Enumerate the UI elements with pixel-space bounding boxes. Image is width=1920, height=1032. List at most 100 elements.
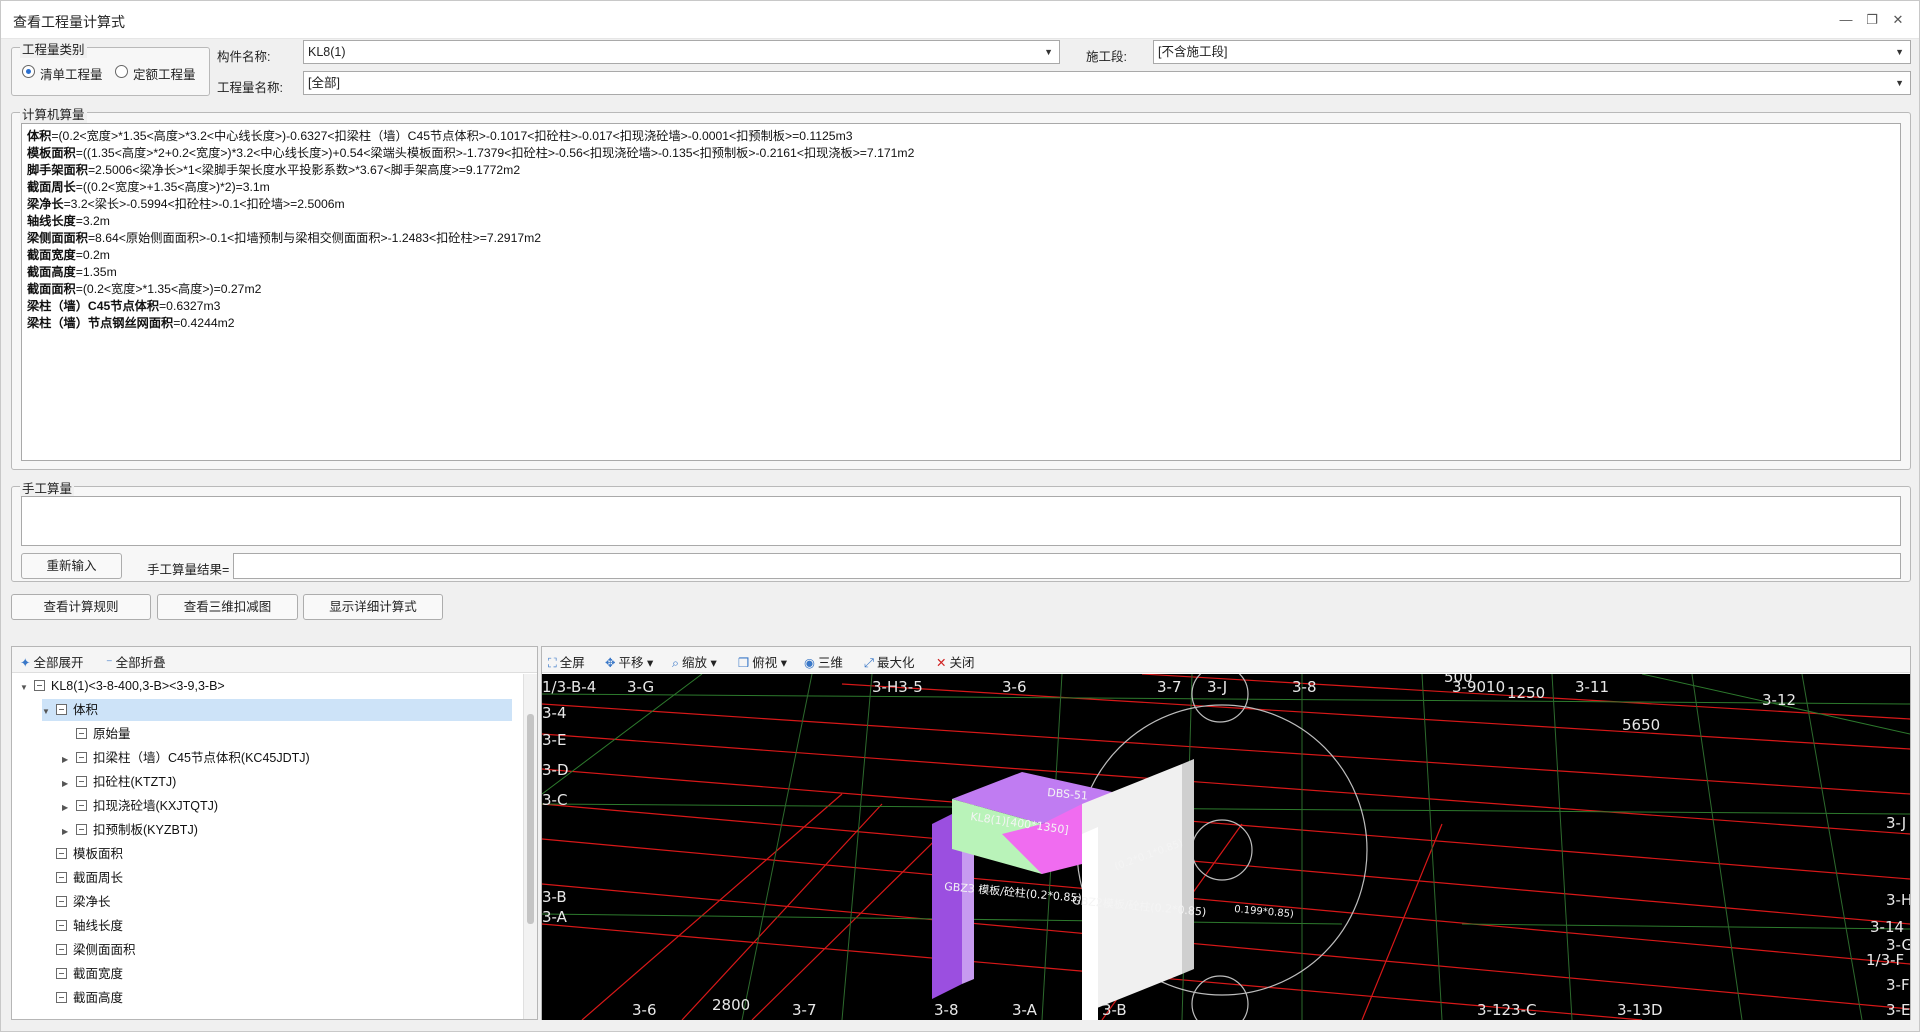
axis-label: 3-8: [1292, 678, 1317, 696]
pan-icon: ✥: [605, 656, 616, 670]
right-wall-edge: [1182, 759, 1194, 974]
axis-label: 3-E: [542, 731, 566, 749]
grid-line-green: [542, 803, 1910, 815]
restore-icon[interactable]: ❐: [1863, 11, 1881, 29]
calc-text-area[interactable]: 体积=(0.2<宽度>*1.35<高度>*3.2<中心线长度>)-0.6327<…: [21, 123, 1901, 461]
grid-line-green: [841, 674, 873, 1020]
calc-line-value: =8.64<原始侧面面积>-0.1<扣墙预制与梁相交侧面面积>-1.2483<扣…: [87, 231, 542, 245]
expand-toggle-icon[interactable]: ▼: [20, 677, 32, 699]
calc-line-value: =((0.2<宽度>+1.35<高度>)*2)=3.1m: [75, 180, 270, 194]
expand-toggle-icon[interactable]: ▼: [42, 701, 54, 723]
zoom-icon: ⌕: [672, 656, 680, 670]
close-view-button[interactable]: ✕ 关闭: [936, 652, 975, 671]
show-detail-button[interactable]: 显示详细计算式: [303, 594, 443, 620]
close-icon: ✕: [936, 656, 947, 670]
tree-node[interactable]: 截面周长: [42, 867, 123, 889]
3d-canvas[interactable]: 1/3-B-4 3-G 3-H3-5 3-6 3-7 3-J 3-8 3-9010 1250 3-…: [542, 674, 1910, 1020]
component-combo[interactable]: KL8(1) ▼: [303, 40, 1060, 64]
category-group-label: 工程量类别: [20, 39, 87, 58]
tree-node[interactable]: 原始量: [62, 723, 131, 745]
pan-button[interactable]: ✥ 平移 ▾: [605, 652, 653, 671]
radio-bill-quantity[interactable]: [22, 65, 35, 78]
tree-node-label: 扣现浇砼墙(KXJTQTJ): [93, 799, 218, 813]
axis-label: 1250: [1507, 684, 1545, 702]
calc-line-key: 梁柱（墙）C45节点体积: [27, 299, 160, 313]
tree-node[interactable]: 截面高度: [42, 987, 123, 1009]
grid-line-red: [581, 793, 843, 1020]
maximize-button[interactable]: ⤢ 最大化: [864, 652, 915, 671]
close-window-icon[interactable]: ✕: [1889, 11, 1907, 29]
manual-input-area[interactable]: [21, 496, 1901, 546]
stage-label: 施工段:: [1086, 50, 1127, 64]
calc-line: 梁柱（墙）C45节点体积=0.6327m3: [27, 298, 1895, 315]
node-icon: [76, 752, 87, 763]
tree-node[interactable]: 轴线长度: [42, 915, 123, 937]
tree-node[interactable]: 梁侧面面积: [42, 939, 136, 961]
fullscreen-icon: ⛶: [548, 656, 557, 670]
view-3d-button[interactable]: 查看三维扣减图: [157, 594, 298, 620]
axis-label: 3-J: [1207, 678, 1227, 696]
axis-label: 3-13D: [1617, 1001, 1663, 1019]
collapse-all-button[interactable]: ⁻ 全部折叠: [106, 652, 166, 671]
calc-line-key: 轴线长度: [27, 214, 76, 228]
calc-line-key: 截面宽度: [27, 248, 76, 262]
tree-node[interactable]: ▶ 扣砼柱(KTZTJ): [62, 771, 176, 793]
tree-scrollbar[interactable]: [523, 674, 537, 1019]
expand-toggle-icon[interactable]: ▶: [62, 749, 74, 771]
zoom-button[interactable]: ⌕ 缩放 ▾: [672, 652, 717, 671]
stage-combo[interactable]: [不含施工段] ▼: [1153, 40, 1911, 64]
axis-label: 3-G: [1886, 936, 1910, 954]
title-bar: 查看工程量计算式 — ❐ ✕: [1, 1, 1919, 39]
reinput-button[interactable]: 重新输入: [21, 553, 122, 579]
view-rules-button[interactable]: 查看计算规则: [11, 594, 151, 620]
tree-node[interactable]: 截面宽度: [42, 963, 123, 985]
node-icon: [56, 872, 67, 883]
axis-label: 500: [1444, 674, 1473, 686]
maximize-icon: ⤢: [864, 656, 875, 670]
scrollbar-thumb[interactable]: [527, 714, 534, 924]
node-icon: [56, 968, 67, 979]
tree-panel: ✦ 全部展开 ⁻ 全部折叠 ▼ KL8(1)<3-8-400,3-B><3-9,3-B…: [11, 646, 538, 1020]
grid-line-red: [542, 883, 1910, 1010]
node-icon: [56, 848, 67, 859]
node-icon: [56, 704, 67, 715]
tree-node[interactable]: ▼ KL8(1)<3-8-400,3-B><3-9,3-B>: [20, 675, 225, 697]
axis-label: 3-14: [1870, 918, 1904, 936]
tree-node[interactable]: ▶ 扣现浇砼墙(KXJTQTJ): [62, 795, 218, 817]
grid-line-green: [1421, 674, 1443, 1020]
grid-line-green: [1801, 674, 1863, 1020]
expand-toggle-icon[interactable]: ▶: [62, 773, 74, 795]
tree-view[interactable]: ▼ KL8(1)<3-8-400,3-B><3-9,3-B> ▼ 体积原始量 ▶ 扣梁柱（…: [12, 674, 523, 1019]
view3d-toggle[interactable]: ◉ 三维: [804, 652, 843, 671]
grid-line-green: [741, 674, 813, 1020]
qty-combo[interactable]: [全部] ▼: [303, 71, 1911, 95]
tree-node-label: 原始量: [93, 727, 131, 741]
axis-label: 3-12: [1762, 691, 1796, 709]
tree-node[interactable]: 梁净长: [42, 891, 111, 913]
right-column: [1082, 827, 1098, 1020]
minimize-icon[interactable]: —: [1837, 11, 1855, 29]
tree-node[interactable]: ▶ 扣梁柱（墙）C45节点体积(KC45JDTJ): [62, 747, 310, 769]
expand-toggle-icon[interactable]: ▶: [62, 797, 74, 819]
tree-node-label: 截面高度: [73, 991, 124, 1005]
expand-toggle-icon[interactable]: ▶: [62, 821, 74, 843]
axis-label: 3-7: [1157, 678, 1182, 696]
calc-line-key: 体积: [27, 129, 52, 143]
tree-node[interactable]: 模板面积: [42, 843, 123, 865]
topview-button[interactable]: ❒ 俯视 ▾: [738, 652, 787, 671]
node-icon: [56, 896, 67, 907]
tree-node[interactable]: ▶ 扣预制板(KYZBTJ): [62, 819, 198, 841]
fullscreen-button[interactable]: ⛶ 全屏: [548, 652, 585, 671]
tree-node-label: 模板面积: [73, 847, 124, 861]
pan-label: 平移: [618, 656, 644, 670]
tree-node[interactable]: ▼ 体积: [42, 699, 512, 721]
tree-node-label: 轴线长度: [73, 919, 124, 933]
grid-line-red: [1361, 823, 1443, 1020]
calc-line: 截面面积=(0.2<宽度>*1.35<高度>)=0.27m2: [27, 281, 1895, 298]
radio-quota-quantity[interactable]: [115, 65, 128, 78]
expand-all-label: 全部展开: [33, 656, 84, 670]
calc-line-value: =0.2m: [75, 248, 110, 262]
grid-line-green: [1551, 674, 1573, 1020]
expand-all-button[interactable]: ✦ 全部展开: [20, 652, 84, 671]
manual-result-field[interactable]: [233, 553, 1901, 579]
